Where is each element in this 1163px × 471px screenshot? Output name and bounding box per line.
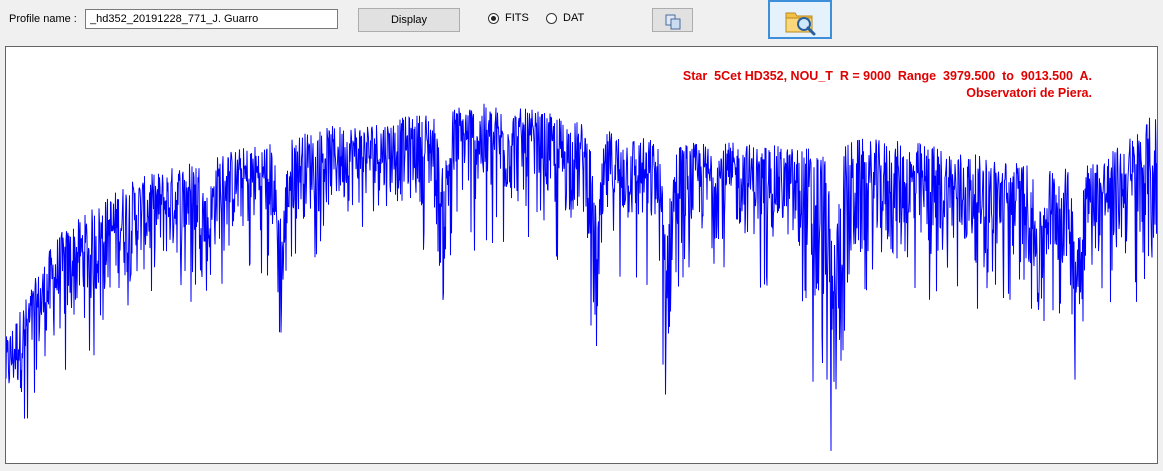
copy-button[interactable] xyxy=(652,8,693,32)
profile-name-label: Profile name : xyxy=(9,13,77,25)
fits-radio-label: FITS xyxy=(505,12,529,24)
dat-radio-indicator[interactable] xyxy=(546,12,557,24)
spectrum-series-line xyxy=(6,103,1157,451)
fits-radio[interactable]: FITS xyxy=(488,12,529,24)
plot-title: Star 5Cet HD352, NOU_T R = 9000 Range 39… xyxy=(682,69,1092,83)
spectrum-plot: Star 5Cet HD352, NOU_T R = 9000 Range 39… xyxy=(5,46,1158,464)
spectrum-viewer-window: Profile name : Display FITS DAT xyxy=(0,0,1163,471)
plot-subtitle: Observatori de Piera. xyxy=(966,86,1092,100)
open-file-button[interactable] xyxy=(768,0,832,39)
dat-radio-label: DAT xyxy=(563,12,585,24)
spectrum-chart xyxy=(6,103,1157,451)
display-button[interactable]: Display xyxy=(358,8,460,32)
copy-icon xyxy=(665,14,680,29)
dat-radio[interactable]: DAT xyxy=(546,12,584,24)
fits-radio-indicator[interactable] xyxy=(488,12,499,24)
profile-name-input[interactable] xyxy=(85,9,338,29)
toolbar: Profile name : Display FITS DAT xyxy=(0,0,1163,42)
folder-search-icon xyxy=(785,12,816,35)
